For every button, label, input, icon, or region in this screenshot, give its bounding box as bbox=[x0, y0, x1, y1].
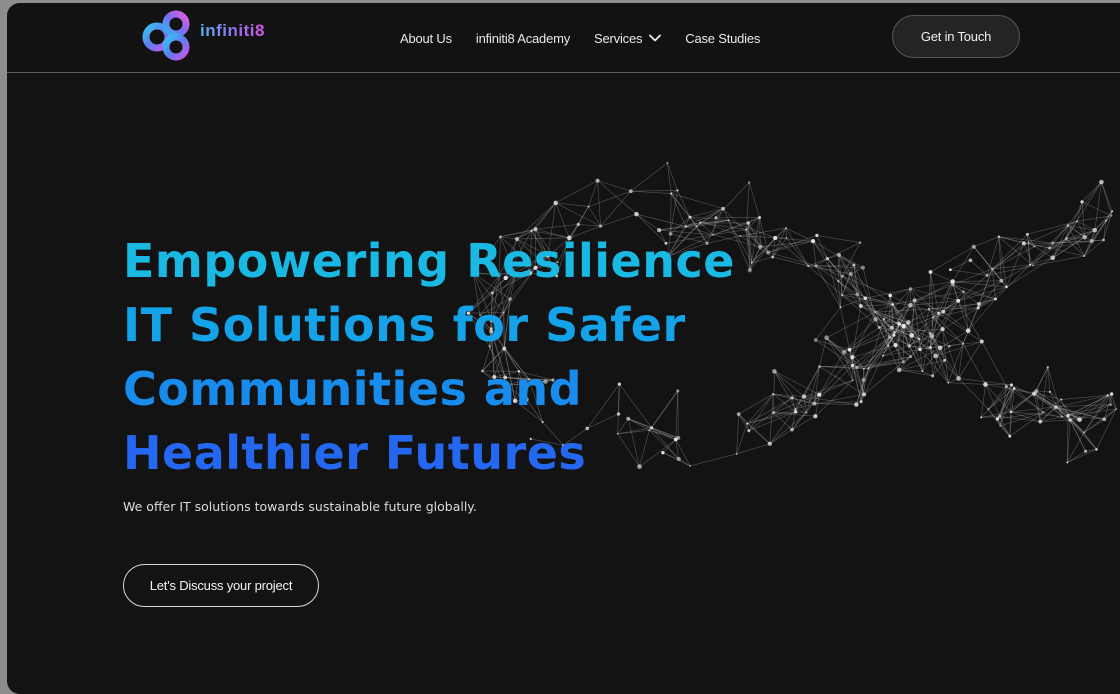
discuss-project-button[interactable]: Let's Discuss your project bbox=[123, 564, 319, 607]
headline-line: Healthier Futures bbox=[123, 426, 587, 480]
brand-name: infiniti8 bbox=[200, 21, 265, 40]
get-in-touch-button[interactable]: Get in Touch bbox=[892, 15, 1020, 58]
chevron-down-icon bbox=[649, 34, 662, 42]
nav-item-case-studies[interactable]: Case Studies bbox=[685, 31, 760, 46]
site-header: infiniti8 About Us infiniti8 Academy Ser… bbox=[7, 3, 1120, 73]
browser-viewport: infiniti8 About Us infiniti8 Academy Ser… bbox=[7, 3, 1120, 694]
headline-line: IT Solutions for Safer bbox=[123, 298, 686, 352]
nav-item-services[interactable]: Services bbox=[594, 30, 662, 46]
nav-item-label: infiniti8 Academy bbox=[475, 30, 571, 46]
nav-item-label: About Us bbox=[400, 30, 452, 46]
hero-headline: Empowering Resilience IT Solutions for S… bbox=[123, 229, 735, 485]
brand-logo[interactable]: infiniti8 bbox=[140, 7, 265, 63]
nav-item-label: Case Studies bbox=[685, 30, 761, 46]
nav-item-about-us[interactable]: About Us bbox=[400, 31, 452, 46]
infinity-loop-logo-icon bbox=[142, 10, 190, 61]
nav-item-academy[interactable]: infiniti8 Academy bbox=[476, 31, 570, 46]
main-navigation: About Us infiniti8 Academy Services Case… bbox=[400, 3, 760, 73]
hero-subtitle: We offer IT solutions towards sustainabl… bbox=[123, 499, 477, 514]
nav-item-label: Services bbox=[594, 30, 643, 46]
headline-line: Empowering Resilience bbox=[123, 234, 735, 288]
headline-line: Communities and bbox=[123, 362, 583, 416]
